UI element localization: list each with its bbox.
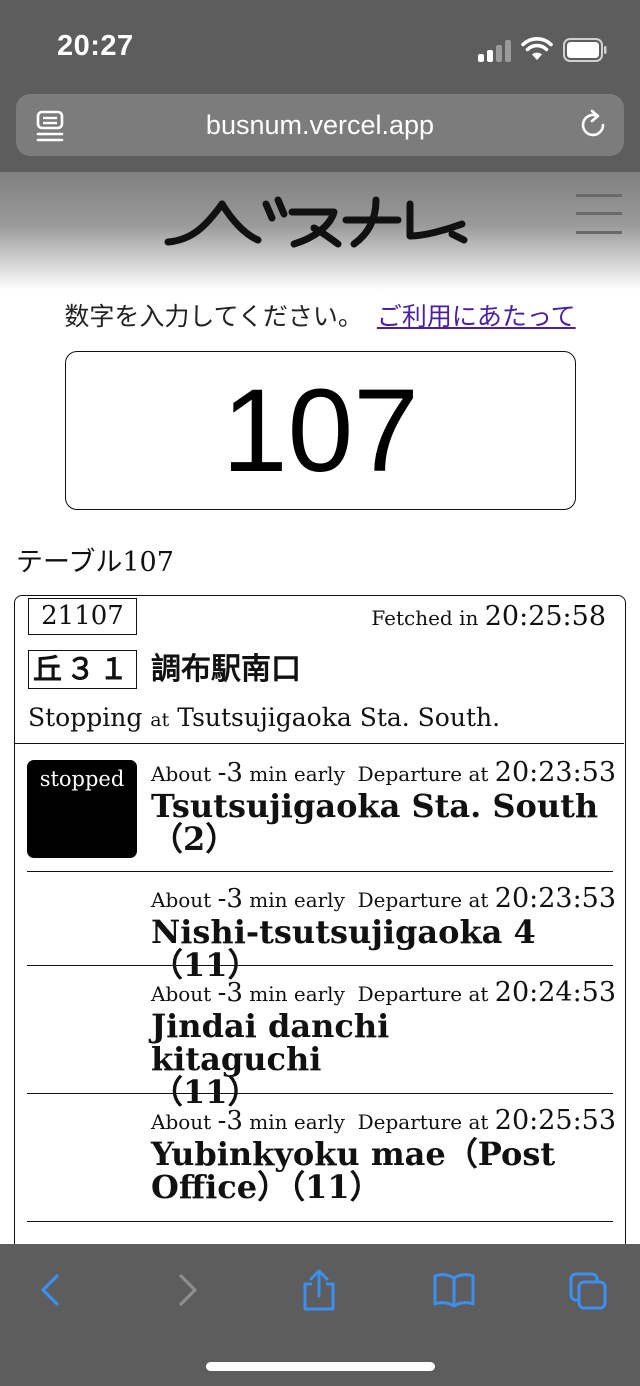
route-badge: 丘３１ [28,650,137,689]
reload-icon[interactable] [578,109,610,141]
stopped-badge: stopped [27,760,137,858]
share-icon[interactable] [299,1268,339,1312]
bus-number-value[interactable]: 107 [66,352,575,509]
departure-time: 20:23:53 [494,883,617,914]
fetched-prefix: Fetched in [371,606,479,630]
hamburger-icon[interactable] [576,194,622,234]
stop-row: About -3 min early Departure at 20:25:53… [27,1094,616,1222]
departure-label: Departure at [357,888,489,912]
fetched-time: 20:25:58 [484,601,606,632]
offset-value: -3 [217,1106,243,1136]
input-prompt: 数字を入力してください。 ご利用にあたって [0,298,640,336]
stop-row: stopped About -3 min early Departure at … [27,746,616,872]
about-label: About [151,1110,212,1134]
book-icon[interactable] [432,1268,476,1312]
browser-address-area: busnum.vercel.app [0,90,640,172]
url-text[interactable]: busnum.vercel.app [16,94,624,156]
offset-unit: min early [249,888,345,912]
fetched-info: Fetched in 20:25:58 [371,598,606,637]
departure-label: Departure at [357,982,489,1006]
stop-meta: About -3 min early Departure at 20:23:53 [151,882,616,917]
table-label: テーブル107 [16,547,174,578]
departure-label: Departure at [357,762,489,786]
site-header [0,172,640,290]
cellular-signal-icon [478,40,512,62]
usage-link[interactable]: ご利用にあたって [377,302,576,331]
chevron-left-icon[interactable] [30,1268,70,1312]
site-logo[interactable] [162,190,472,258]
chevron-right-icon[interactable] [168,1268,208,1312]
stop-row: About -3 min early Departure at 20:23:53… [27,872,616,982]
stop-meta: About -3 min early Departure at 20:24:53 [151,976,616,1011]
about-label: About [151,762,212,786]
stop-meta: About -3 min early Departure at 20:23:53 [151,756,616,791]
stop-name: Tsutsujigaoka Sta. South（2） [151,787,599,858]
stop-meta: About -3 min early Departure at 20:25:53 [151,1104,616,1139]
offset-unit: min early [249,762,345,786]
bus-number-input[interactable]: 107 [65,351,576,510]
about-label: About [151,888,212,912]
address-bar[interactable]: busnum.vercel.app [16,94,624,156]
prompt-text: 数字を入力してください。 [64,302,363,331]
home-indicator[interactable] [206,1362,435,1371]
wifi-icon [521,37,553,60]
offset-unit: min early [249,1110,345,1134]
bus-card: 21107 Fetched in 20:25:58 丘３１ 調布駅南口 Stop… [14,595,626,1355]
tabs-icon[interactable] [568,1268,608,1312]
stop-name: Yubinkyoku mae（Post Office）（11） [151,1135,556,1206]
status-time: 20:27 [57,30,134,62]
stop-row: About -3 min early Departure at 20:24:53… [27,966,616,1109]
offset-value: -3 [217,758,243,788]
bus-card-header: 21107 Fetched in 20:25:58 丘３１ 調布駅南口 Stop… [15,596,624,744]
offset-value: -3 [217,978,243,1008]
browser-toolbar [0,1244,640,1386]
departure-time: 20:25:53 [494,1105,617,1136]
battery-icon [563,38,607,62]
route-destination: 調布駅南口 [151,652,301,687]
bus-id: 21107 [28,598,137,635]
offset-unit: min early [249,982,345,1006]
about-label: About [151,982,212,1006]
stopping-prefix: Stopping [28,703,143,732]
departure-time: 20:24:53 [494,977,617,1008]
departure-time: 20:23:53 [494,757,617,788]
offset-value: -3 [217,884,243,914]
status-bar: 20:27 [0,0,640,90]
stopping-at: at [150,709,170,731]
departure-label: Departure at [357,1110,489,1134]
stopping-place: Tsutsujigaoka Sta. South. [177,703,501,732]
stopping-status: Stopping at Tsutsujigaoka Sta. South. [28,700,500,738]
